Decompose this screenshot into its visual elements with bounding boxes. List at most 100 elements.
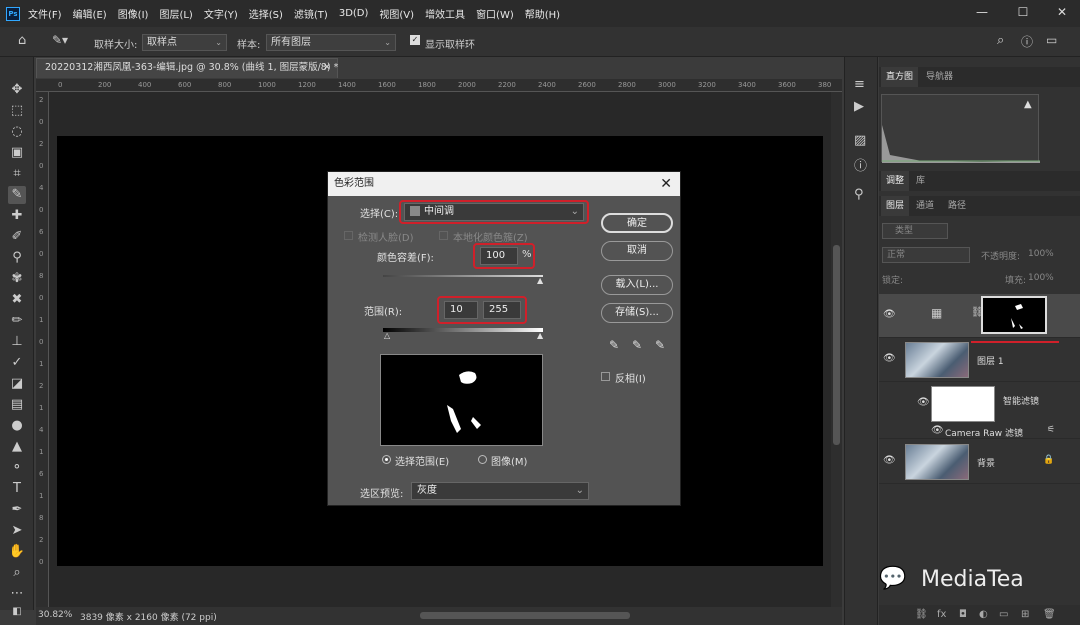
show-ring-checkbox[interactable]: ✓ bbox=[410, 35, 420, 45]
path-select-icon[interactable]: ➤ bbox=[8, 522, 26, 540]
filter-options-icon[interactable]: ⚟ bbox=[1047, 425, 1055, 435]
localized-clusters-checkbox[interactable] bbox=[439, 231, 448, 240]
menu-window[interactable]: 窗口(W) bbox=[476, 6, 514, 21]
marquee-tool-icon[interactable]: ⬚ bbox=[8, 102, 26, 120]
object-select-tool-icon[interactable]: ▣ bbox=[8, 144, 26, 162]
menu-3d[interactable]: 3D(D) bbox=[339, 8, 369, 19]
image-icon[interactable]: ▨ bbox=[854, 133, 866, 148]
play-icon[interactable]: ▶ bbox=[854, 99, 864, 114]
add-mask-icon[interactable]: ◘ bbox=[959, 609, 967, 620]
blend-mode-select[interactable]: 正常 bbox=[882, 247, 970, 263]
layer-name[interactable]: 背景 bbox=[977, 456, 995, 469]
eyedropper-plus-icon[interactable]: ✎ bbox=[632, 338, 642, 352]
zoom-level[interactable]: 30.82% bbox=[38, 610, 72, 620]
eyedropper-tool-icon[interactable]: ✎ bbox=[8, 186, 26, 204]
layer-filter-select[interactable]: 类型 bbox=[882, 223, 948, 239]
eyedropper-preset-icon[interactable]: ✎▾ bbox=[52, 33, 68, 47]
layer-mask-thumbnail[interactable] bbox=[981, 296, 1047, 334]
visibility-eye-icon[interactable]: 👁 bbox=[883, 455, 896, 466]
menu-file[interactable]: 文件(F) bbox=[28, 6, 62, 21]
tab-channels[interactable]: 通道 bbox=[911, 196, 939, 216]
smart-filter-mask-thumbnail[interactable] bbox=[931, 386, 995, 422]
pen-tool-icon[interactable]: ✒ bbox=[8, 501, 26, 519]
tolerance-slider-handle[interactable]: ▲ bbox=[537, 276, 543, 285]
group-icon[interactable]: ▭ bbox=[999, 609, 1008, 620]
properties-icon[interactable]: ≡ bbox=[854, 77, 865, 92]
stamp-panel-icon[interactable]: ⚲ bbox=[854, 187, 864, 202]
load-button[interactable]: 载入(L)... bbox=[601, 275, 673, 295]
crop-tool-icon[interactable]: ⌗ bbox=[8, 165, 26, 183]
eyedropper-minus-icon[interactable]: ✎ bbox=[655, 338, 665, 352]
layer-name[interactable]: 图层 1 bbox=[977, 354, 1004, 367]
more-tools-icon[interactable]: ⋯ bbox=[8, 585, 26, 603]
background-thumbnail[interactable] bbox=[905, 444, 969, 480]
workspace-icon[interactable]: ▭ bbox=[1046, 33, 1057, 47]
fill-value[interactable]: 100% bbox=[1028, 273, 1054, 283]
range-min-handle[interactable]: △ bbox=[384, 331, 390, 340]
maximize-icon[interactable]: ☐ bbox=[1013, 4, 1033, 20]
save-button[interactable]: 存储(S)... bbox=[601, 303, 673, 323]
tab-histogram[interactable]: 直方图 bbox=[881, 67, 919, 87]
smudge-tool-icon[interactable]: ✓ bbox=[8, 354, 26, 372]
document-tab[interactable]: 20220312湘西凤凰-363-编辑.jpg @ 30.8% (曲线 1, 图… bbox=[36, 58, 338, 78]
range-max-handle[interactable]: ▲ bbox=[537, 331, 543, 340]
tab-layers[interactable]: 图层 bbox=[881, 196, 910, 216]
visibility-eye-icon[interactable]: 👁 bbox=[883, 309, 896, 320]
tab-paths[interactable]: 路径 bbox=[943, 196, 971, 216]
menu-filter[interactable]: 滤镜(T) bbox=[294, 6, 328, 21]
menu-select[interactable]: 选择(S) bbox=[249, 6, 283, 21]
eraser-alt-icon[interactable]: ◪ bbox=[8, 375, 26, 393]
ok-button[interactable]: 确定 bbox=[601, 213, 673, 233]
gradient-tool-icon[interactable]: ▤ bbox=[8, 396, 26, 414]
tab-libraries[interactable]: 库 bbox=[911, 171, 930, 191]
layer-row-curves[interactable]: 👁 ▦ ⛓ bbox=[879, 294, 1080, 338]
layer-row-layer1[interactable]: 👁 图层 1 bbox=[879, 338, 1080, 382]
detect-faces-checkbox[interactable] bbox=[344, 231, 353, 240]
history-brush-icon[interactable]: ✾ bbox=[8, 270, 26, 288]
tab-adjustments[interactable]: 调整 bbox=[881, 171, 910, 191]
blur-tool-icon[interactable]: ● bbox=[8, 417, 26, 435]
delete-layer-icon[interactable]: 🗑 bbox=[1043, 609, 1056, 620]
fx-icon[interactable]: fx bbox=[937, 609, 946, 620]
vertical-scroll-thumb[interactable] bbox=[833, 245, 840, 445]
preview-select[interactable]: 灰度 ⌄ bbox=[411, 482, 589, 500]
visibility-eye-icon[interactable]: 👁 bbox=[883, 353, 896, 364]
layer-row-camera-raw[interactable]: 👁 Camera Raw 滤镜 ⚟ bbox=[879, 423, 1080, 439]
close-tab-icon[interactable]: ✕ bbox=[323, 59, 331, 77]
menu-view[interactable]: 视图(V) bbox=[379, 6, 414, 21]
adjustment-layer-icon[interactable]: ◐ bbox=[979, 609, 988, 620]
layer-row-background[interactable]: 👁 背景 🔒 bbox=[879, 440, 1080, 484]
menu-image[interactable]: 图像(I) bbox=[118, 6, 149, 21]
image-radio[interactable] bbox=[478, 455, 487, 464]
lasso-tool-icon[interactable]: ◌ bbox=[8, 123, 26, 141]
brush-alt-icon[interactable]: ✏ bbox=[8, 312, 26, 330]
range-slider-track[interactable] bbox=[383, 328, 543, 332]
help-icon[interactable]: ⓘ bbox=[1021, 33, 1033, 50]
tolerance-slider-track[interactable] bbox=[383, 275, 543, 277]
hand-tool-icon[interactable]: ✋ bbox=[8, 543, 26, 561]
visibility-eye-icon[interactable]: 👁 bbox=[917, 397, 930, 408]
visibility-eye-icon[interactable]: 👁 bbox=[931, 425, 944, 436]
selection-radio[interactable] bbox=[382, 455, 391, 464]
zoom-tool-icon[interactable]: ⌕ bbox=[8, 564, 26, 582]
menu-plugins[interactable]: 增效工具 bbox=[425, 6, 465, 21]
layer-row-smart-filters[interactable]: 👁 智能滤镜 bbox=[879, 382, 1080, 426]
sample-size-select[interactable]: 取样点 ⌄ bbox=[142, 34, 227, 51]
camera-raw-label[interactable]: Camera Raw 滤镜 bbox=[945, 426, 1023, 439]
layer1-thumbnail[interactable] bbox=[905, 342, 969, 378]
info-icon[interactable]: ⓘ bbox=[854, 155, 867, 174]
dodge-tool-icon[interactable]: ⚬ bbox=[8, 459, 26, 477]
eraser-tool-icon[interactable]: ✖ bbox=[8, 291, 26, 309]
healing-brush-icon[interactable]: ✚ bbox=[8, 207, 26, 225]
color-swatches-icon[interactable]: ◧ bbox=[8, 603, 26, 621]
tab-navigator[interactable]: 导航器 bbox=[921, 67, 958, 87]
opacity-value[interactable]: 100% bbox=[1028, 249, 1054, 259]
sample-select[interactable]: 所有图层 ⌄ bbox=[266, 34, 396, 51]
document-info[interactable]: 3839 像素 x 2160 像素 (72 ppi) bbox=[80, 610, 217, 623]
search-icon[interactable]: ⌕ bbox=[997, 33, 1004, 48]
close-window-icon[interactable]: ✕ bbox=[1052, 4, 1072, 20]
menu-help[interactable]: 帮助(H) bbox=[525, 6, 560, 21]
stamp-tool-icon[interactable]: ⊥ bbox=[8, 333, 26, 351]
horizontal-scroll-thumb[interactable] bbox=[420, 612, 630, 619]
move-tool-icon[interactable]: ✥ bbox=[8, 81, 26, 99]
